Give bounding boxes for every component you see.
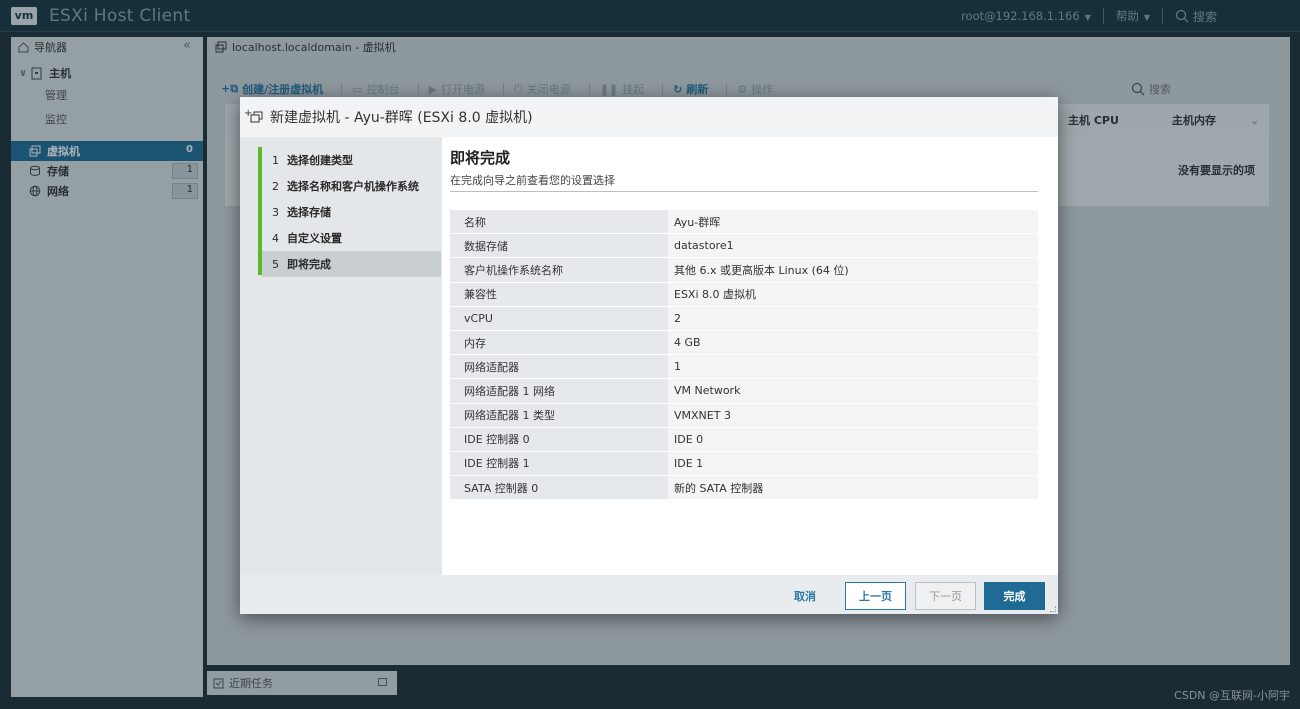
wizard-step[interactable]: 4 自定义设置 — [262, 225, 441, 251]
summary-row: 网络适配器 1 — [450, 355, 1038, 380]
summary-key: 数据存储 — [450, 234, 668, 259]
summary-key: 名称 — [450, 210, 668, 235]
summary-value: ESXi 8.0 虚拟机 — [668, 282, 1038, 307]
summary-value: IDE 0 — [668, 427, 1038, 452]
summary-value: Ayu-群晖 — [668, 210, 1038, 235]
wizard-step[interactable]: 3 选择存储 — [262, 199, 441, 225]
summary-row: vCPU 2 — [450, 306, 1038, 331]
new-vm-dialog: + 新建虚拟机 - Ayu-群晖 (ESXi 8.0 虚拟机) 1 选择创建类型 … — [240, 97, 1058, 614]
summary-row: 网络适配器 1 类型 VMXNET 3 — [450, 403, 1038, 428]
page-subtitle: 在完成向导之前查看您的设置选择 — [450, 174, 615, 187]
summary-row: SATA 控制器 0 新的 SATA 控制器 — [450, 476, 1038, 501]
summary-key: 兼容性 — [450, 282, 668, 307]
finish-button[interactable]: 完成 — [984, 582, 1045, 610]
summary-table: 名称 Ayu-群晖 数据存储 datastore1 客户机操作系统名称 其他 6.x 或更… — [450, 210, 1038, 501]
summary-key: 内存 — [450, 330, 668, 356]
summary-value: 4 GB — [668, 330, 1038, 356]
step-number: 5 — [272, 257, 279, 271]
cancel-button[interactable]: 取消 — [785, 582, 825, 610]
dialog-title-text: 新建虚拟机 - Ayu-群晖 (ESXi 8.0 虚拟机) — [270, 110, 533, 126]
step-number: 2 — [272, 179, 279, 193]
wizard-steps: 1 选择创建类型 2 选择名称和客户机操作系统 3 选择存储 4 自定义设置 5 即将完成 — [258, 147, 441, 277]
summary-value: 2 — [668, 306, 1038, 331]
step-label: 自定义设置 — [287, 232, 342, 245]
wizard-content: 即将完成 在完成向导之前查看您的设置选择 名称 Ayu-群晖 数据存储 datasto… — [442, 137, 1058, 575]
summary-value: VMXNET 3 — [668, 403, 1038, 428]
summary-row: IDE 控制器 0 IDE 0 — [450, 427, 1038, 452]
dialog-title: + 新建虚拟机 - Ayu-群晖 (ESXi 8.0 虚拟机) — [240, 97, 1058, 137]
wizard-step[interactable]: 2 选择名称和客户机操作系统 — [262, 173, 441, 199]
summary-key: 网络适配器 — [450, 355, 668, 380]
previous-button[interactable]: 上一页 — [845, 582, 906, 610]
summary-key: 客户机操作系统名称 — [450, 258, 668, 283]
summary-value: VM Network — [668, 379, 1038, 404]
page-title: 即将完成 — [450, 149, 511, 167]
add-vm-icon: + — [244, 109, 263, 123]
summary-key: vCPU — [450, 306, 668, 331]
summary-row: 网络适配器 1 网络 VM Network — [450, 379, 1038, 404]
step-number: 3 — [272, 205, 279, 219]
step-label: 选择名称和客户机操作系统 — [287, 180, 419, 193]
summary-key: IDE 控制器 1 — [450, 451, 668, 477]
step-label: 选择存储 — [287, 206, 331, 219]
summary-key: SATA 控制器 0 — [450, 476, 668, 501]
dialog-footer: 取消 上一页 下一页 完成 — [240, 575, 1058, 614]
summary-row: 名称 Ayu-群晖 — [450, 210, 1038, 235]
summary-row: 内存 4 GB — [450, 330, 1038, 356]
next-button[interactable]: 下一页 — [915, 582, 976, 610]
summary-value: datastore1 — [668, 234, 1038, 259]
step-label: 即将完成 — [287, 258, 331, 271]
summary-key: 网络适配器 1 网络 — [450, 379, 668, 404]
resize-handle[interactable] — [1050, 606, 1056, 612]
wizard-step[interactable]: 1 选择创建类型 — [262, 147, 441, 173]
summary-value: 新的 SATA 控制器 — [668, 476, 1038, 501]
summary-value: 1 — [668, 355, 1038, 380]
step-label: 选择创建类型 — [287, 154, 353, 167]
summary-key: IDE 控制器 0 — [450, 427, 668, 452]
summary-value: IDE 1 — [668, 451, 1038, 477]
summary-row: IDE 控制器 1 IDE 1 — [450, 451, 1038, 477]
step-number: 4 — [272, 231, 279, 245]
divider — [450, 191, 1038, 192]
summary-row: 客户机操作系统名称 其他 6.x 或更高版本 Linux (64 位) — [450, 258, 1038, 283]
summary-row: 数据存储 datastore1 — [450, 234, 1038, 259]
wizard-step-current[interactable]: 5 即将完成 — [262, 251, 441, 277]
summary-value: 其他 6.x 或更高版本 Linux (64 位) — [668, 258, 1038, 283]
summary-key: 网络适配器 1 类型 — [450, 403, 668, 428]
dialog-body: 1 选择创建类型 2 选择名称和客户机操作系统 3 选择存储 4 自定义设置 5 即将完成… — [240, 137, 1058, 575]
step-number: 1 — [272, 153, 279, 167]
summary-row: 兼容性 ESXi 8.0 虚拟机 — [450, 282, 1038, 307]
